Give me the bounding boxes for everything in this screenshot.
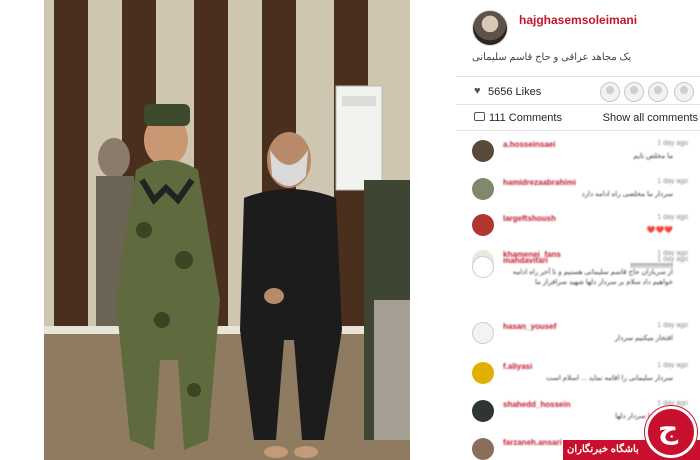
watermark-logo: باشگاه خبرنگاران ج	[563, 402, 700, 460]
comment-time: 1 day ago	[657, 256, 688, 263]
post-header: hajghasemsoleimani	[472, 10, 700, 50]
divider	[456, 130, 700, 131]
comment-text: افتخار میکنیم سردار	[614, 335, 673, 342]
comment-text: ❤️❤️❤️	[646, 227, 673, 234]
commenter-avatar[interactable]	[472, 178, 494, 200]
post-image	[44, 0, 410, 460]
comment-text: ما مخلص تایم	[633, 153, 673, 160]
divider	[456, 104, 700, 105]
liker-avatar[interactable]	[600, 82, 620, 102]
liker-avatar[interactable]	[648, 82, 668, 102]
comments-row: 111 Comments Show all comments	[474, 110, 700, 128]
commenter-username[interactable]: f.aliyasi	[503, 362, 532, 371]
commenter-avatar[interactable]	[472, 256, 494, 278]
post-details-panel: hajghasemsoleimani یک مجاهد عراقی و حاج …	[456, 0, 700, 460]
comment-time: 1 day ago	[657, 322, 688, 329]
divider	[456, 76, 700, 77]
comment-time: 1 day ago	[657, 140, 688, 147]
likes-count[interactable]: 5656 Likes	[488, 86, 541, 98]
liker-avatar[interactable]	[674, 82, 694, 102]
commenter-avatar[interactable]	[472, 214, 494, 236]
commenter-avatar[interactable]	[472, 400, 494, 422]
commenter-username[interactable]: shahedd_hossein	[503, 400, 571, 409]
comment-text: سردار ما مخلصی راه ادامه دارد	[581, 191, 673, 198]
likes-row: ♥ 5656 Likes	[474, 82, 700, 102]
comment-time: 1 day ago	[657, 178, 688, 185]
commenter-username[interactable]: hasan_yousef	[503, 322, 556, 331]
post-caption: یک مجاهد عراقی و حاج قاسم سلیمانی	[472, 52, 632, 63]
commenter-username[interactable]: hamidrezaabrahimi	[503, 178, 576, 187]
show-all-comments-link[interactable]: Show all comments	[603, 112, 698, 124]
commenter-avatar[interactable]	[472, 438, 494, 460]
comment-item: mahdavifari 1 day ago از سربازان حاج قاس…	[472, 256, 700, 316]
comment-icon	[474, 112, 485, 121]
comment-text: سردار سلیمانی را اقامه نماید ... اسلام ا…	[546, 375, 673, 382]
commenter-avatar[interactable]	[472, 322, 494, 344]
owner-username[interactable]: hajghasemsoleimani	[519, 13, 637, 27]
owner-avatar[interactable]	[472, 10, 508, 46]
comment-time: 1 day ago	[657, 362, 688, 369]
commenter-username[interactable]: a.hosseinsaei	[503, 140, 555, 149]
comment-item: f.aliyasi 1 day ago سردار سلیمانی را اقا…	[472, 362, 700, 400]
commenter-username[interactable]: mahdavifari	[503, 256, 548, 265]
heart-icon[interactable]: ♥	[474, 85, 481, 97]
comment-item: hamidrezaabrahimi 1 day ago سردار ما مخل…	[472, 178, 700, 216]
liker-avatar[interactable]	[624, 82, 644, 102]
comment-text: از سربازان حاج قاسم سلیمانی هستیم و تا آ…	[512, 269, 673, 286]
comments-count: 111 Comments	[489, 112, 562, 124]
comment-time: 1 day ago	[657, 214, 688, 221]
watermark-text: باشگاه خبرنگاران	[567, 444, 639, 455]
comment-item: largeftshoush 1 day ago ❤️❤️❤️	[472, 214, 700, 252]
commenter-avatar[interactable]	[472, 140, 494, 162]
post-photo	[44, 0, 410, 460]
commenter-username[interactable]: largeftshoush	[503, 214, 556, 223]
comment-item: a.hosseinsaei 1 day ago ما مخلص تایم	[472, 140, 700, 178]
watermark-glyph: ج	[658, 412, 679, 445]
commenter-avatar[interactable]	[472, 362, 494, 384]
comment-item: hasan_yousef 1 day ago افتخار میکنیم سرد…	[472, 322, 700, 360]
commenter-username[interactable]: farzaneh.ansari	[503, 438, 562, 447]
